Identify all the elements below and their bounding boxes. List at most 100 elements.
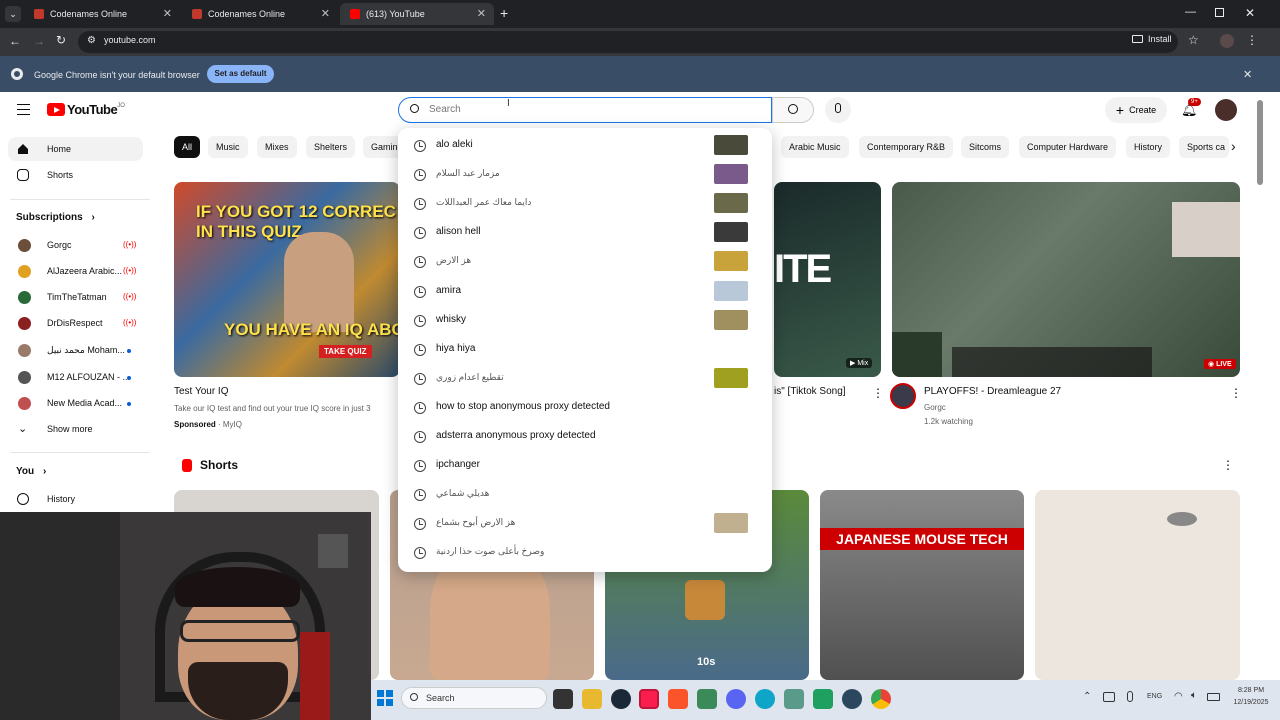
steam-icon[interactable] bbox=[842, 689, 862, 709]
more-options-icon[interactable]: ⋮ bbox=[872, 386, 884, 400]
sidebar-item-history[interactable]: History bbox=[0, 487, 150, 511]
search-button[interactable] bbox=[772, 97, 814, 123]
close-window-icon[interactable]: ✕ bbox=[1245, 6, 1255, 20]
chips-next-icon[interactable]: › bbox=[1231, 138, 1236, 154]
video-thumbnail-mix[interactable]: ITE ▶ Mix bbox=[774, 182, 881, 377]
wifi-icon[interactable]: ◠ bbox=[1174, 691, 1183, 702]
sidebar-item-drdisrespect[interactable]: DrDisRespect ((•)) bbox=[0, 311, 150, 335]
language-indicator[interactable]: ENG bbox=[1147, 693, 1162, 700]
close-icon[interactable]: ✕ bbox=[321, 7, 330, 20]
sidebar-item-aljazeera[interactable]: AlJazeera Arabic... ((•)) bbox=[0, 259, 150, 283]
maximize-icon[interactable] bbox=[1215, 8, 1224, 17]
search-suggestion[interactable]: وصرخ بأعلى صوت حذا اردنية bbox=[398, 538, 772, 567]
video-title[interactable]: Test Your IQ bbox=[174, 386, 228, 397]
sidebar-item-mohamed-nabil[interactable]: محمد نبيل Moham... bbox=[0, 338, 150, 362]
microphone-icon[interactable] bbox=[1127, 691, 1133, 702]
clock-time[interactable]: 8:28 PM bbox=[1227, 687, 1275, 694]
tab-search-button[interactable]: ⌄ bbox=[5, 6, 21, 22]
search-suggestion[interactable]: hiya hiya bbox=[398, 335, 772, 364]
app-icon[interactable] bbox=[813, 689, 833, 709]
channel-avatar[interactable] bbox=[890, 383, 916, 409]
site-info-icon[interactable]: ⚙ bbox=[87, 35, 96, 46]
search-suggestion[interactable]: amira bbox=[398, 277, 772, 306]
menu-kebab-icon[interactable]: ⋮ bbox=[1246, 33, 1258, 47]
infobar-close-icon[interactable]: ✕ bbox=[1243, 68, 1252, 81]
opera-gx-icon[interactable] bbox=[639, 689, 659, 709]
sidebar-item-gorgc[interactable]: Gorgc ((•)) bbox=[0, 233, 150, 257]
chrome-icon[interactable] bbox=[871, 689, 891, 709]
search-suggestion[interactable]: هز الارض أبوح بشماع bbox=[398, 509, 772, 538]
bookmark-star-icon[interactable]: ☆ bbox=[1188, 33, 1199, 47]
profile-avatar[interactable] bbox=[1220, 34, 1234, 48]
more-options-icon[interactable]: ⋮ bbox=[1222, 458, 1234, 472]
chip-all[interactable]: All bbox=[174, 136, 201, 158]
network-icon[interactable] bbox=[1103, 692, 1115, 702]
show-hidden-icons[interactable]: ⌃ bbox=[1083, 691, 1091, 702]
chip-arabic-music[interactable]: Arabic Music bbox=[781, 136, 849, 158]
search-suggestion[interactable]: alison hell bbox=[398, 218, 772, 247]
youtube-logo[interactable]: YouTube JO bbox=[47, 102, 125, 117]
minimize-icon[interactable]: — bbox=[1185, 6, 1196, 18]
show-more-button[interactable]: ⌄ Show more bbox=[0, 417, 150, 441]
hamburger-menu-icon[interactable] bbox=[17, 104, 30, 115]
tab-codenames-2[interactable]: Codenames Online ✕ bbox=[182, 3, 338, 25]
channel-name[interactable]: Gorgc bbox=[924, 403, 946, 412]
chip-shelters[interactable]: Shelters bbox=[306, 136, 356, 158]
file-explorer-icon[interactable] bbox=[582, 689, 602, 709]
video-title[interactable]: PLAYOFFS! - Dreamleague 27 bbox=[924, 386, 1061, 397]
video-thumbnail-dreamleague[interactable]: ◉ LIVE bbox=[892, 182, 1240, 377]
more-options-icon[interactable]: ⋮ bbox=[1230, 386, 1242, 400]
search-suggestion[interactable]: whisky bbox=[398, 306, 772, 335]
create-button[interactable]: + Create bbox=[1105, 97, 1167, 123]
tab-youtube[interactable]: (613) YouTube ✕ bbox=[340, 3, 494, 25]
battery-icon[interactable] bbox=[1207, 693, 1220, 701]
search-suggestion[interactable]: هديلي شماعي bbox=[398, 480, 772, 509]
taskbar-search[interactable]: Search bbox=[401, 687, 547, 709]
store-icon[interactable] bbox=[697, 689, 717, 709]
video-title[interactable]: is" [Tiktok Song] bbox=[774, 386, 846, 397]
discord-icon[interactable] bbox=[726, 689, 746, 709]
tab-codenames-1[interactable]: Codenames Online ✕ bbox=[24, 3, 180, 25]
chip-mixes[interactable]: Mixes bbox=[257, 136, 297, 158]
close-icon[interactable]: ✕ bbox=[163, 7, 172, 20]
voice-search-button[interactable] bbox=[825, 97, 851, 123]
chip-sitcoms[interactable]: Sitcoms bbox=[961, 136, 1010, 158]
new-tab-button[interactable]: + bbox=[500, 5, 508, 21]
search-suggestion[interactable]: هز الارض bbox=[398, 247, 772, 276]
search-suggestion[interactable]: تقطيع اعدام زوري bbox=[398, 364, 772, 393]
chip-music[interactable]: Music bbox=[208, 136, 248, 158]
search-suggestion[interactable]: how to stop anonymous proxy detected bbox=[398, 393, 772, 422]
edge-icon[interactable] bbox=[755, 689, 775, 709]
sidebar-item-new-media-academy[interactable]: New Media Acad... bbox=[0, 391, 150, 415]
sidebar-item-timthetatman[interactable]: TimTheTatman ((•)) bbox=[0, 285, 150, 309]
install-button[interactable]: Install bbox=[1132, 34, 1172, 44]
video-thumbnail-iq-test[interactable]: IF YOU GOT 12 CORREC IN THIS QUIZ YOU HA… bbox=[174, 182, 400, 377]
you-heading[interactable]: You › bbox=[16, 466, 46, 477]
forward-icon[interactable]: → bbox=[33, 34, 45, 48]
clock-date[interactable]: 12/19/2025 bbox=[1225, 699, 1277, 706]
search-suggestion[interactable]: دايما معاك عمر العبداللات bbox=[398, 189, 772, 218]
subscriptions-heading[interactable]: Subscriptions › bbox=[16, 212, 95, 223]
back-icon[interactable]: ← bbox=[9, 34, 21, 48]
sidebar-item-home[interactable]: Home bbox=[8, 137, 143, 161]
calculator-icon[interactable] bbox=[784, 689, 804, 709]
account-avatar[interactable] bbox=[1215, 99, 1237, 121]
search-suggestion[interactable]: مزمار عبد السلام bbox=[398, 160, 772, 189]
chip-sports[interactable]: Sports ca bbox=[1179, 136, 1229, 158]
search-suggestion[interactable]: alo aleki bbox=[398, 131, 772, 160]
reload-icon[interactable]: ↻ bbox=[56, 33, 66, 47]
short-thumbnail[interactable] bbox=[1035, 490, 1240, 680]
chip-computer-hardware[interactable]: Computer Hardware bbox=[1019, 136, 1117, 158]
chip-contemporary-rnb[interactable]: Contemporary R&B bbox=[859, 136, 954, 158]
page-scrollbar[interactable] bbox=[1257, 100, 1263, 185]
volume-icon[interactable]: 🔈︎ bbox=[1191, 690, 1197, 701]
sidebar-item-shorts[interactable]: Shorts bbox=[0, 163, 150, 187]
task-view-icon[interactable] bbox=[553, 689, 573, 709]
search-suggestion[interactable]: ipchanger bbox=[398, 451, 772, 480]
sidebar-item-m12-alfouzan[interactable]: M12 ALFOUZAN - ... bbox=[0, 365, 150, 389]
omnibox[interactable]: ⚙ bbox=[78, 31, 1178, 53]
brave-icon[interactable] bbox=[668, 689, 688, 709]
set-default-button[interactable]: Set as default bbox=[207, 65, 274, 83]
close-icon[interactable]: ✕ bbox=[477, 7, 486, 20]
short-thumbnail[interactable]: JAPANESE MOUSE TECH bbox=[820, 490, 1024, 680]
